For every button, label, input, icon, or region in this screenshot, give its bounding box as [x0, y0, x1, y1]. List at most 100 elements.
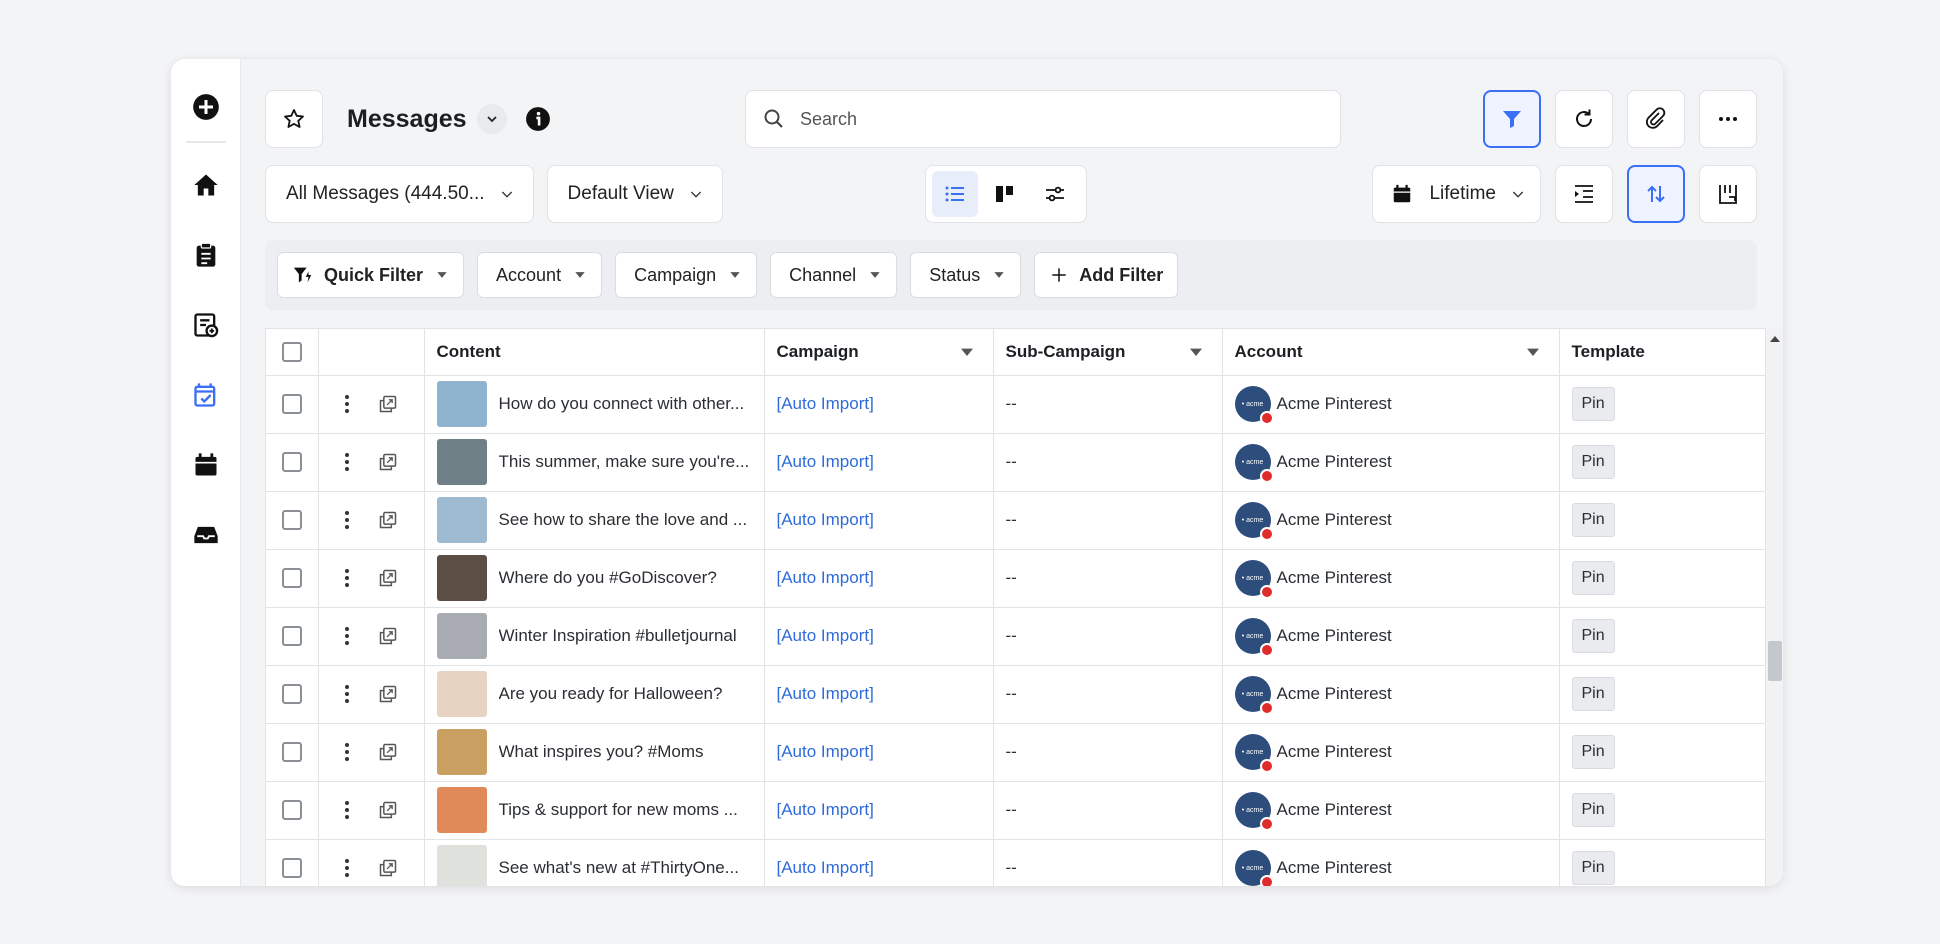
open-preview-icon[interactable]	[378, 510, 398, 530]
scroll-up-arrow-icon[interactable]	[1769, 334, 1781, 344]
row-checkbox[interactable]	[281, 568, 302, 588]
sort-button[interactable]	[1627, 165, 1685, 223]
column-header-account[interactable]: Account	[1222, 329, 1560, 376]
settings-view-button[interactable]	[1032, 171, 1078, 217]
campaign-link[interactable]: [Auto Import]	[777, 858, 874, 877]
columns-button[interactable]	[1699, 165, 1757, 223]
content-cell[interactable]: Where do you #GoDiscover?	[424, 549, 765, 608]
campaign-filter-chip[interactable]: Campaign	[615, 252, 758, 298]
open-preview-icon[interactable]	[378, 858, 398, 878]
content-cell[interactable]: How do you connect with other...	[424, 375, 765, 434]
table-row[interactable]: How do you connect with other... [Auto I…	[266, 375, 1783, 434]
attachment-button[interactable]	[1627, 90, 1685, 148]
list-view-button[interactable]	[932, 171, 978, 217]
refresh-button[interactable]	[1555, 90, 1613, 148]
campaign-link[interactable]: [Auto Import]	[777, 800, 874, 819]
content-cell[interactable]: Winter Inspiration #bulletjournal	[424, 607, 765, 666]
content-cell[interactable]: Are you ready for Halloween?	[424, 665, 765, 724]
table-row[interactable]: Where do you #GoDiscover? [Auto Import] …	[266, 549, 1783, 608]
sliders-icon	[1046, 186, 1064, 202]
table-row[interactable]: Are you ready for Halloween? [Auto Impor…	[266, 665, 1783, 724]
campaign-link[interactable]: [Auto Import]	[777, 568, 874, 587]
row-checkbox[interactable]	[281, 858, 302, 878]
more-vertical-icon[interactable]	[344, 684, 350, 704]
table-scrollbar[interactable]	[1765, 328, 1783, 886]
row-checkbox[interactable]	[281, 742, 302, 762]
open-preview-icon[interactable]	[378, 626, 398, 646]
column-header-campaign[interactable]: Campaign	[764, 329, 994, 376]
open-preview-icon[interactable]	[378, 800, 398, 820]
row-checkbox[interactable]	[281, 452, 302, 472]
content-cell[interactable]: See how to share the love and ...	[424, 491, 765, 550]
open-preview-icon[interactable]	[378, 452, 398, 472]
more-vertical-icon[interactable]	[344, 510, 350, 530]
status-filter-chip[interactable]: Status	[910, 252, 1022, 298]
density-button[interactable]	[1555, 165, 1613, 223]
account-name: Acme Pinterest	[1276, 394, 1392, 413]
caret-down-icon[interactable]	[1188, 344, 1204, 360]
channel-filter-chip[interactable]: Channel	[770, 252, 898, 298]
report-add-icon[interactable]	[186, 305, 226, 345]
campaign-link[interactable]: [Auto Import]	[777, 684, 874, 703]
campaign-link[interactable]: [Auto Import]	[777, 626, 874, 645]
row-checkbox[interactable]	[281, 684, 302, 704]
clipboard-icon[interactable]	[186, 235, 226, 275]
quick-filter-chip[interactable]: Quick Filter	[277, 252, 465, 298]
open-preview-icon[interactable]	[378, 394, 398, 414]
caret-down-icon[interactable]	[959, 344, 975, 360]
date-range-dropdown[interactable]: Lifetime	[1372, 165, 1541, 223]
more-vertical-icon[interactable]	[344, 452, 350, 472]
account-filter-chip[interactable]: Account	[477, 252, 603, 298]
open-preview-icon[interactable]	[378, 684, 398, 704]
row-checkbox[interactable]	[281, 394, 302, 414]
more-vertical-icon[interactable]	[344, 394, 350, 414]
calendar-icon[interactable]	[186, 445, 226, 485]
column-header-template[interactable]: Template	[1559, 329, 1783, 376]
table-row[interactable]: Tips & support for new moms ... [Auto Im…	[266, 781, 1783, 840]
info-icon[interactable]	[525, 106, 551, 132]
open-preview-icon[interactable]	[378, 568, 398, 588]
template-cell: Pin	[1559, 839, 1783, 886]
home-icon[interactable]	[186, 165, 226, 205]
favorite-button[interactable]	[265, 90, 323, 148]
content-cell[interactable]: Tips & support for new moms ...	[424, 781, 765, 840]
publishing-calendar-icon[interactable]	[186, 375, 226, 415]
column-header-content[interactable]: Content	[424, 329, 765, 376]
more-vertical-icon[interactable]	[344, 800, 350, 820]
caret-down-icon[interactable]	[1525, 344, 1541, 360]
row-checkbox[interactable]	[281, 626, 302, 646]
more-vertical-icon[interactable]	[344, 568, 350, 588]
campaign-link[interactable]: [Auto Import]	[777, 452, 874, 471]
table-row[interactable]: This summer, make sure you're... [Auto I…	[266, 433, 1783, 492]
inbox-icon[interactable]	[186, 515, 226, 555]
more-vertical-icon[interactable]	[344, 858, 350, 878]
table-row[interactable]: Winter Inspiration #bulletjournal [Auto …	[266, 607, 1783, 666]
create-icon[interactable]	[186, 87, 226, 127]
open-preview-icon[interactable]	[378, 742, 398, 762]
table-row[interactable]: What inspires you? #Moms [Auto Import] -…	[266, 723, 1783, 782]
campaign-link[interactable]: [Auto Import]	[777, 510, 874, 529]
more-vertical-icon[interactable]	[344, 742, 350, 762]
column-header-sub-campaign[interactable]: Sub-Campaign	[993, 329, 1223, 376]
row-checkbox[interactable]	[281, 510, 302, 530]
campaign-link[interactable]: [Auto Import]	[777, 742, 874, 761]
more-options-button[interactable]	[1699, 90, 1757, 148]
board-view-button[interactable]	[982, 171, 1028, 217]
search-input[interactable]	[800, 108, 1300, 130]
search-box[interactable]	[745, 90, 1341, 148]
content-cell[interactable]: See what's new at #ThirtyOne...	[424, 839, 765, 886]
table-row[interactable]: See how to share the love and ... [Auto …	[266, 491, 1783, 550]
default-view-dropdown[interactable]: Default View	[546, 165, 723, 223]
title-dropdown-button[interactable]	[476, 104, 507, 134]
table-row[interactable]: See what's new at #ThirtyOne... [Auto Im…	[266, 839, 1783, 886]
more-vertical-icon[interactable]	[344, 626, 350, 646]
select-all-checkbox[interactable]	[281, 341, 302, 362]
scrollbar-thumb[interactable]	[1768, 641, 1782, 681]
campaign-link[interactable]: [Auto Import]	[777, 394, 874, 413]
filter-button[interactable]	[1483, 90, 1541, 148]
all-messages-dropdown[interactable]: All Messages (444.50...	[265, 165, 534, 223]
row-checkbox[interactable]	[281, 800, 302, 820]
content-cell[interactable]: What inspires you? #Moms	[424, 723, 765, 782]
content-cell[interactable]: This summer, make sure you're...	[424, 433, 765, 492]
add-filter-button[interactable]: Add Filter	[1034, 252, 1179, 298]
